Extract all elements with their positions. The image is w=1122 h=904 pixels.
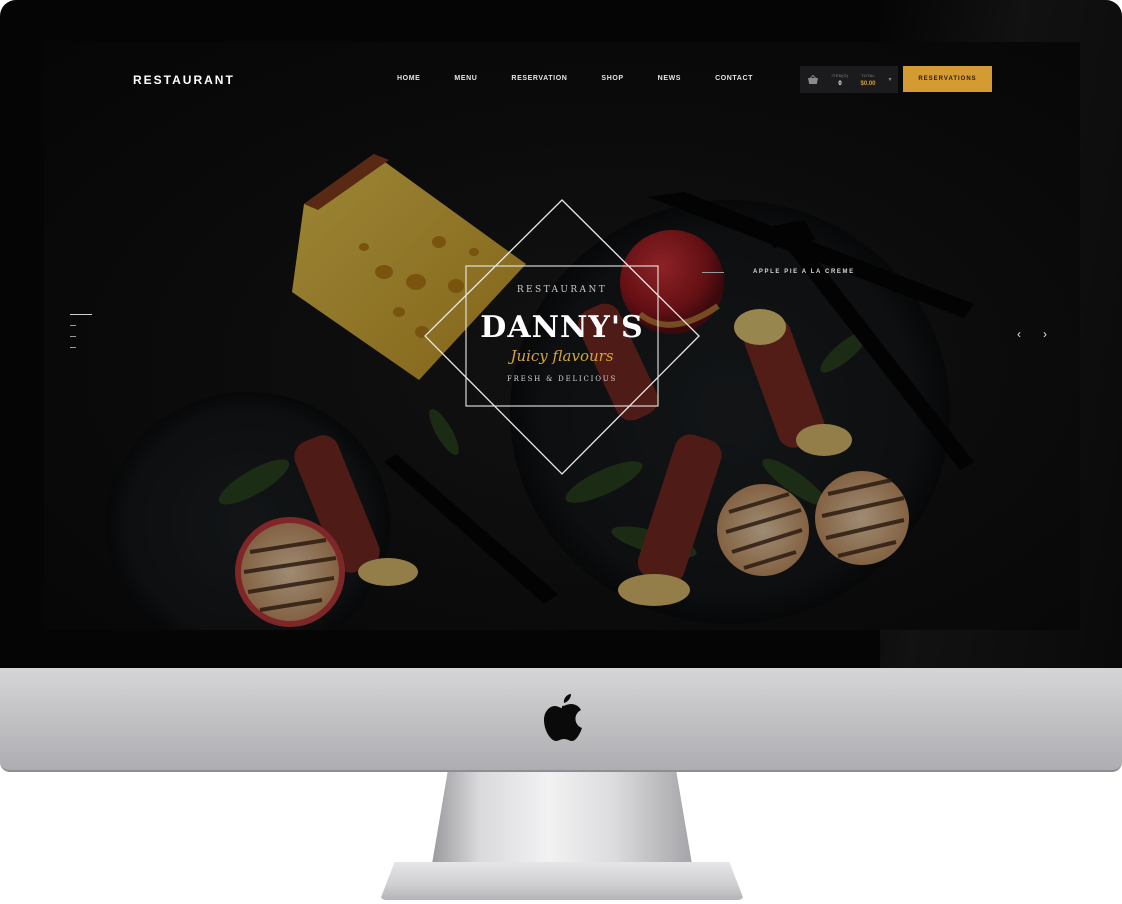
slide-caption: APPLE PIE A LA CREME [753, 269, 855, 275]
apple-logo-icon [538, 690, 586, 746]
chevron-down-icon[interactable]: ▾ [882, 76, 898, 83]
hero-emblem: RESTAURANT DANNY'S Juicy flavours FRESH … [422, 198, 702, 478]
cart-total: TOTAL $0.00 [854, 73, 882, 87]
cart-items-value: 0 [838, 80, 842, 87]
chevron-right-icon[interactable]: › [1036, 326, 1054, 344]
cart-total-value: $0.00 [860, 80, 876, 87]
slide-indicator [70, 314, 92, 358]
slide-indicator-3[interactable] [70, 336, 76, 337]
basket-icon[interactable] [800, 66, 826, 93]
slide-indicator-2[interactable] [70, 325, 76, 326]
cart-items-label: ITEM(S) [831, 72, 849, 78]
monitor-stand-neck [432, 772, 692, 864]
nav-item-contact[interactable]: CONTACT [715, 75, 753, 82]
nav-item-shop[interactable]: SHOP [601, 75, 623, 82]
nav-item-menu[interactable]: MENU [454, 75, 477, 82]
site-brand[interactable]: RESTAURANT [133, 73, 235, 87]
caption-divider [702, 272, 724, 273]
main-nav: HOME MENU RESERVATION SHOP NEWS CONTACT [397, 75, 787, 82]
emblem-line-restaurant: RESTAURANT [516, 285, 608, 295]
monitor-stand-base [380, 862, 744, 900]
nav-item-home[interactable]: HOME [397, 75, 420, 82]
slide-indicator-1[interactable] [70, 314, 92, 315]
nav-item-news[interactable]: NEWS [658, 75, 681, 82]
cart-total-label: TOTAL [860, 72, 876, 78]
nav-item-reservation[interactable]: RESERVATION [511, 75, 567, 82]
emblem-line-subtitle: FRESH & DELICIOUS [506, 375, 618, 383]
cart-widget[interactable]: ITEM(S) 0 TOTAL $0.00 ▾ [800, 66, 898, 93]
emblem-line-name: DANNY'S [480, 310, 644, 345]
slide-indicator-4[interactable] [70, 347, 76, 348]
chevron-left-icon[interactable]: ‹ [1010, 326, 1028, 344]
reservations-button[interactable]: RESERVATIONS [903, 66, 992, 92]
cart-items: ITEM(S) 0 [826, 73, 854, 87]
emblem-line-tagline: Juicy flavours [510, 347, 614, 365]
website-screen: RESTAURANT HOME MENU RESERVATION SHOP NE… [44, 42, 1080, 630]
